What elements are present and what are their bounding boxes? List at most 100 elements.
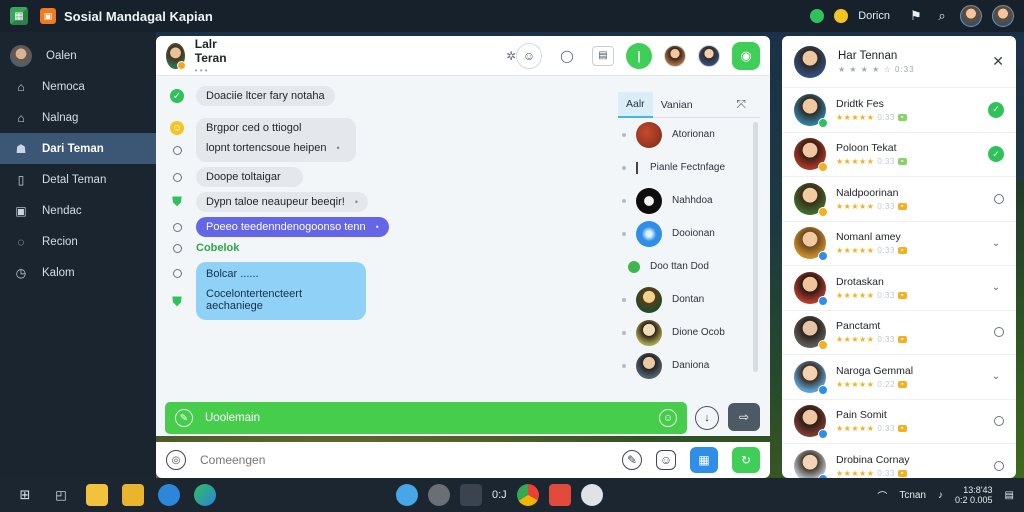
sidebar-item-history[interactable]: ◷ Kalom [0, 257, 156, 288]
add-icon[interactable]: ◎ [166, 450, 186, 470]
member-item[interactable]: Pianle Fectnfage [618, 151, 760, 184]
chevron-down-icon[interactable]: ⌄ [988, 235, 1004, 251]
message-bubble[interactable]: Cocelontertencteert aechaniege [196, 284, 366, 320]
friend-item[interactable]: Pain Somit ★★★★★ 0:33 ▪ [782, 400, 1016, 444]
member-item[interactable]: Atorionan [618, 118, 760, 151]
online-check-icon[interactable]: ✓ [988, 101, 1004, 118]
sidebar-item-house[interactable]: ⌂ Nalnag [0, 102, 156, 133]
message-bubble[interactable]: lopnt tortencsoue heipen • [196, 138, 356, 162]
friend-item[interactable]: Nomanl amey ★★★★★ 0:33 ▪ ⌄ [782, 222, 1016, 266]
sticker-icon[interactable]: ☺ [656, 450, 676, 470]
chevron-down-icon[interactable]: ⌄ [988, 369, 1004, 385]
message-bubble[interactable]: Dypn taloe neaupeur beeqir! • [196, 192, 368, 212]
sidebar-item-profile[interactable]: Oalen [0, 40, 156, 71]
profile-avatar[interactable] [992, 5, 1014, 27]
wifi-icon[interactable]: ⌒ [877, 488, 887, 503]
member-item[interactable]: Daniona [618, 349, 760, 382]
search-icon[interactable]: ⌕ [934, 8, 950, 24]
system-tray: ⌒ Tcnan ♪ 13:8'43 0:2 0.005 ▤ [877, 485, 1014, 505]
radio-ring-icon[interactable] [994, 416, 1004, 427]
app-icon[interactable] [428, 484, 450, 506]
send-icon: ⇨ [738, 410, 750, 424]
participant-avatar[interactable] [664, 44, 686, 67]
member-item[interactable]: Nahhdoa [618, 184, 760, 217]
chrome-icon[interactable] [516, 484, 539, 506]
participant-avatar[interactable] [698, 44, 720, 67]
radio-ring-icon[interactable] [994, 460, 1004, 471]
notification-icon[interactable]: ▤ [1005, 490, 1014, 501]
member-item[interactable]: Doo ttan Dod [618, 250, 760, 283]
chevron-down-icon[interactable]: ⌄ [988, 280, 1004, 296]
member-item[interactable]: Dooionan [618, 217, 760, 250]
app-title: Sosial Mandagal Kapian [64, 8, 213, 24]
member-item[interactable]: Dione Ocob [618, 316, 760, 349]
emoji-button[interactable]: ☺ [516, 42, 542, 69]
sidebar-item-friends[interactable]: ☗ Dari Teman [0, 133, 156, 164]
message-link[interactable]: Cobelok [196, 242, 239, 254]
members-scrollbar[interactable] [753, 122, 758, 372]
message-input[interactable] [200, 453, 500, 467]
tab-all[interactable]: Aalr [618, 91, 653, 118]
sidebar-item-messages[interactable]: ◌ Recion [0, 226, 156, 257]
friend-item[interactable]: Panctamt ★★★★★ 0:33 ▪ [782, 311, 1016, 355]
tab-various[interactable]: Vanian [653, 92, 701, 118]
online-check-icon[interactable]: ✓ [988, 146, 1004, 163]
bullet [622, 330, 626, 335]
user-status-icon[interactable] [834, 9, 849, 23]
chat-status-icon[interactable] [810, 9, 825, 23]
send-button[interactable]: ⇨ [728, 403, 760, 431]
friend-name: Dridtk Fes [836, 97, 884, 110]
friend-rating: ★★★★★ 0:33 ▪ [836, 291, 907, 300]
friend-item[interactable]: Poloon Tekat ★★★★★ 0:33 ▪ ✓ [782, 133, 1016, 177]
folder-icon[interactable] [86, 484, 108, 506]
member-item[interactable]: Dontan [618, 283, 760, 316]
message-bubble[interactable]: Brgpor ced o ttiogol [196, 118, 356, 138]
friend-item[interactable]: Naroga Gemmal ★★★★★ 0:22 ▪ ⌄ [782, 355, 1016, 400]
message-bubble[interactable]: Doope toltaigar [196, 167, 303, 187]
apps-button[interactable]: ▦ [690, 447, 718, 473]
friend-item[interactable]: Naldpoorinan ★★★★★ 0:33 ▪ [782, 177, 1016, 222]
friend-item[interactable]: Drotaskan ★★★★★ 0:33 ▪ ⌄ [782, 266, 1016, 311]
radio-ring-icon[interactable] [994, 327, 1004, 338]
app-icon[interactable] [580, 484, 603, 506]
speech-bubble-icon: ◯ [560, 48, 574, 63]
sidebar-item-home[interactable]: ⌂ Nemoca [0, 71, 156, 102]
current-user-name[interactable]: Doricn [858, 10, 890, 22]
chat-contact-avatar[interactable] [166, 42, 186, 70]
radio-ring-icon[interactable] [994, 193, 1004, 204]
friends-panel: Har Tennan ★ ★ ★ ★ ☆ 0:33 ✕ Dridtk Fes ★★… [782, 36, 1016, 478]
notification-bell-icon[interactable]: ⚑ [908, 8, 924, 24]
folder-icon[interactable] [122, 484, 144, 506]
app-icon[interactable] [460, 484, 482, 506]
clock[interactable]: 13:8'43 0:2 0.005 [955, 485, 993, 505]
friend-item[interactable]: Drobina Cornay ★★★★★ 0:33 ▪ [782, 444, 1016, 478]
browser-icon[interactable] [158, 484, 180, 506]
app-icon[interactable] [548, 484, 571, 506]
attachment-icon[interactable]: ✎ [622, 450, 642, 470]
voice-button[interactable]: ↻ [732, 447, 760, 473]
close-icon[interactable]: ✕ [992, 53, 1004, 70]
task-view-icon[interactable]: ◰ [50, 484, 72, 506]
message-bubble-highlighted[interactable]: Poeeo teedenndenogoonso tenn • [196, 217, 389, 237]
message-bubble[interactable]: Bolcar ...... [196, 262, 366, 284]
volume-icon[interactable]: ♪ [938, 490, 943, 501]
app-logo-icon: ▦ [10, 7, 28, 25]
app-icon[interactable] [396, 484, 418, 506]
edge-icon[interactable] [194, 484, 216, 506]
profile-avatar[interactable] [794, 45, 826, 78]
video-call-button[interactable]: ◉ [732, 41, 760, 70]
message-bubble[interactable]: Doaciie ltcer fary notaha [196, 86, 335, 106]
message-composer[interactable]: ✎ Uoolemain ☺ [165, 402, 687, 434]
pin-icon[interactable]: ✲ [506, 49, 516, 63]
reply-button[interactable]: ◯ [554, 42, 580, 69]
user-avatar[interactable] [960, 5, 982, 27]
sidebar-item-friend-details[interactable]: ▯ Detal Teman [0, 164, 156, 195]
call-button[interactable]: | [626, 42, 652, 69]
friend-item[interactable]: Dridtk Fes ★★★★★ 0:33 ▪ ✓ [782, 88, 1016, 133]
expand-icon[interactable]: ⤧ [736, 97, 746, 112]
download-button[interactable]: ↓ [695, 406, 719, 430]
attach-button[interactable]: ▤ [592, 45, 614, 66]
start-button-icon[interactable]: ⊞ [14, 484, 36, 506]
emoji-icon[interactable]: ☺ [659, 409, 677, 427]
sidebar-item-media[interactable]: ▣ Nendac [0, 195, 156, 226]
